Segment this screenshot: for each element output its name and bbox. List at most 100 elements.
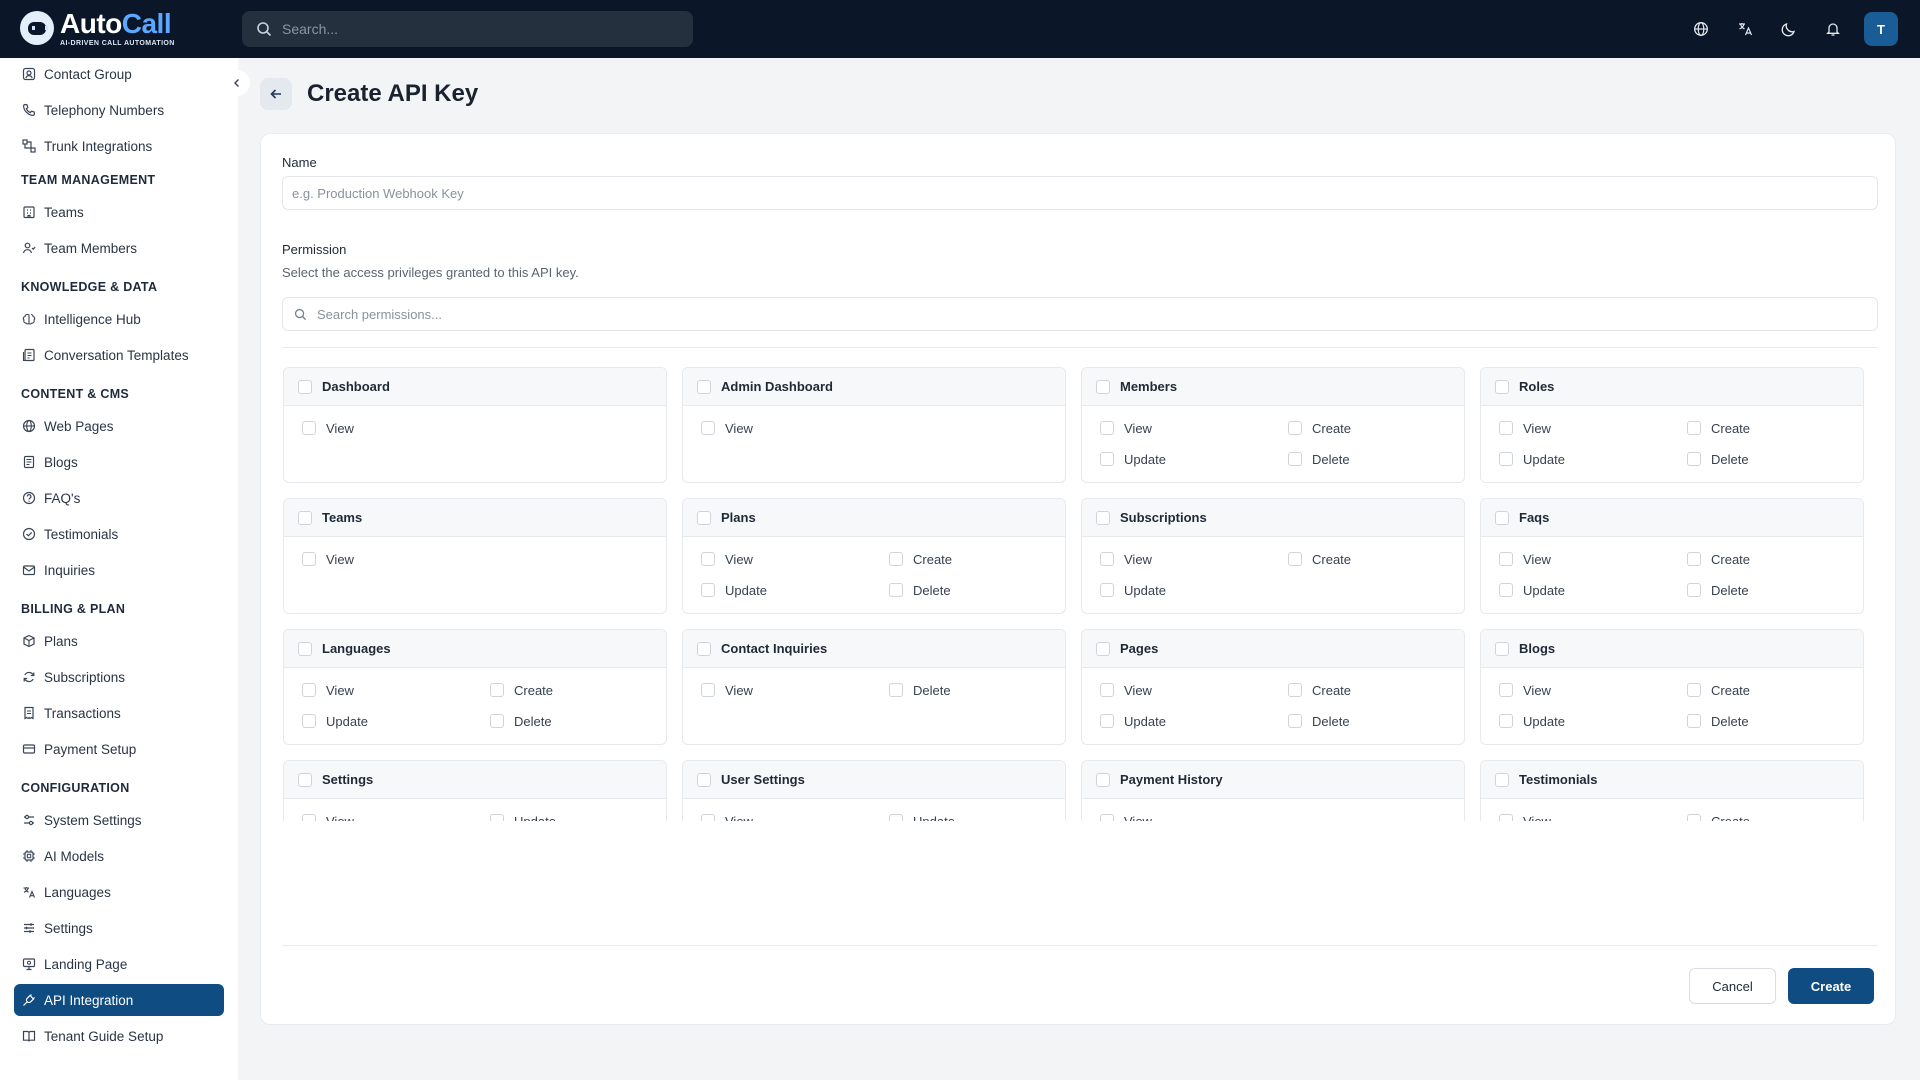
permission-group-header[interactable]: Pages <box>1082 630 1464 668</box>
permission-option[interactable]: Create <box>1288 420 1468 436</box>
permission-option[interactable]: Delete <box>889 682 1069 698</box>
permission-group-header[interactable]: Teams <box>284 499 666 537</box>
name-input[interactable] <box>282 176 1878 210</box>
sidebar-item-teams[interactable]: Teams <box>14 196 224 228</box>
language-globe-icon[interactable] <box>1680 8 1722 50</box>
permission-option[interactable]: View <box>1499 682 1687 698</box>
permission-option[interactable]: View <box>302 420 490 436</box>
sidebar-collapse-button[interactable] <box>224 70 250 96</box>
permission-option[interactable]: View <box>302 813 490 821</box>
back-button[interactable] <box>260 78 292 110</box>
option-checkbox[interactable] <box>302 714 316 728</box>
option-checkbox[interactable] <box>1100 583 1114 597</box>
option-checkbox[interactable] <box>1687 814 1701 821</box>
permission-option[interactable]: Delete <box>889 582 1069 598</box>
sidebar-item-ai-models[interactable]: AI Models <box>14 840 224 872</box>
permission-option[interactable]: View <box>1499 551 1687 567</box>
permission-search[interactable] <box>282 297 1878 331</box>
create-button[interactable]: Create <box>1788 968 1874 1004</box>
sidebar-item-testimonials[interactable]: Testimonials <box>14 518 224 550</box>
sidebar-item-web-pages[interactable]: Web Pages <box>14 410 224 442</box>
permission-group-header[interactable]: Admin Dashboard <box>683 368 1065 406</box>
permission-option[interactable]: Update <box>1100 451 1288 467</box>
sidebar-item-subscriptions[interactable]: Subscriptions <box>14 661 224 693</box>
cancel-button[interactable]: Cancel <box>1689 968 1776 1004</box>
option-checkbox[interactable] <box>1499 452 1513 466</box>
option-checkbox[interactable] <box>889 814 903 821</box>
permission-group-header[interactable]: Dashboard <box>284 368 666 406</box>
sidebar-item-trunk-integrations[interactable]: Trunk Integrations <box>14 130 224 162</box>
permission-group-header[interactable]: Plans <box>683 499 1065 537</box>
permission-option[interactable]: Update <box>1499 451 1687 467</box>
option-checkbox[interactable] <box>302 814 316 821</box>
permission-option[interactable]: View <box>701 420 889 436</box>
permission-option[interactable]: Update <box>490 813 670 821</box>
permission-option[interactable]: View <box>701 813 889 821</box>
sidebar-item-languages[interactable]: Languages <box>14 876 224 908</box>
option-checkbox[interactable] <box>1499 683 1513 697</box>
option-checkbox[interactable] <box>1499 714 1513 728</box>
sidebar-item-faqs[interactable]: FAQ's <box>14 482 224 514</box>
permission-search-input[interactable] <box>317 306 1817 322</box>
permission-option[interactable]: Create <box>1288 682 1468 698</box>
option-checkbox[interactable] <box>889 683 903 697</box>
permission-option[interactable]: View <box>1100 551 1288 567</box>
option-checkbox[interactable] <box>1100 714 1114 728</box>
option-checkbox[interactable] <box>701 814 715 821</box>
group-checkbox[interactable] <box>697 379 711 394</box>
permission-option[interactable]: Update <box>701 582 889 598</box>
permission-group-header[interactable]: Contact Inquiries <box>683 630 1065 668</box>
sidebar-item-telephony-numbers[interactable]: Telephony Numbers <box>14 94 224 126</box>
option-checkbox[interactable] <box>1687 683 1701 697</box>
group-checkbox[interactable] <box>697 641 711 656</box>
global-search-input[interactable] <box>282 21 662 37</box>
permission-option[interactable]: View <box>701 551 889 567</box>
permission-option[interactable]: View <box>1100 420 1288 436</box>
option-checkbox[interactable] <box>490 683 504 697</box>
option-checkbox[interactable] <box>302 421 316 435</box>
option-checkbox[interactable] <box>490 814 504 821</box>
option-checkbox[interactable] <box>701 552 715 566</box>
option-checkbox[interactable] <box>1687 452 1701 466</box>
sidebar-item-transactions[interactable]: Transactions <box>14 697 224 729</box>
permission-group-header[interactable]: Languages <box>284 630 666 668</box>
permission-option[interactable]: Delete <box>490 713 670 729</box>
sidebar-item-inquiries[interactable]: Inquiries <box>14 554 224 586</box>
group-checkbox[interactable] <box>298 379 312 394</box>
sidebar-item-api-integration[interactable]: API Integration <box>14 984 224 1016</box>
permission-option[interactable]: Create <box>490 682 670 698</box>
sidebar-item-intelligence-hub[interactable]: Intelligence Hub <box>14 303 224 335</box>
option-checkbox[interactable] <box>1687 714 1701 728</box>
permission-option[interactable]: View <box>1100 813 1288 821</box>
group-checkbox[interactable] <box>1096 772 1110 787</box>
permission-group-header[interactable]: Settings <box>284 761 666 799</box>
option-checkbox[interactable] <box>1288 421 1302 435</box>
permission-option[interactable]: Update <box>1499 713 1687 729</box>
permission-group-header[interactable]: Faqs <box>1481 499 1863 537</box>
option-checkbox[interactable] <box>1687 583 1701 597</box>
group-checkbox[interactable] <box>1495 641 1509 656</box>
option-checkbox[interactable] <box>701 583 715 597</box>
sidebar-item-system-settings[interactable]: System Settings <box>14 804 224 836</box>
permission-option[interactable]: Delete <box>1687 451 1867 467</box>
option-checkbox[interactable] <box>889 552 903 566</box>
global-search[interactable] <box>242 11 693 47</box>
permission-option[interactable]: Update <box>302 713 490 729</box>
group-checkbox[interactable] <box>1495 379 1509 394</box>
dark-mode-moon-icon[interactable] <box>1768 8 1810 50</box>
option-checkbox[interactable] <box>701 683 715 697</box>
option-checkbox[interactable] <box>1499 814 1513 821</box>
group-checkbox[interactable] <box>697 510 711 525</box>
option-checkbox[interactable] <box>1687 421 1701 435</box>
group-checkbox[interactable] <box>298 641 312 656</box>
permission-group-header[interactable]: Members <box>1082 368 1464 406</box>
permission-option[interactable]: Create <box>889 551 1069 567</box>
option-checkbox[interactable] <box>1288 452 1302 466</box>
option-checkbox[interactable] <box>302 683 316 697</box>
sidebar-item-settings[interactable]: Settings <box>14 912 224 944</box>
option-checkbox[interactable] <box>1288 683 1302 697</box>
permission-option[interactable]: View <box>302 682 490 698</box>
permission-option[interactable]: View <box>1499 813 1687 821</box>
option-checkbox[interactable] <box>1100 814 1114 821</box>
notifications-bell-icon[interactable] <box>1812 8 1854 50</box>
